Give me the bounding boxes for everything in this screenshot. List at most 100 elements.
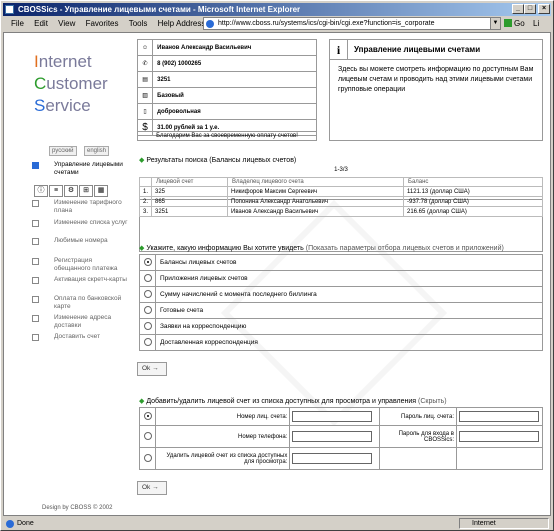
status-text: Done (17, 520, 34, 527)
show-params-link[interactable]: (Показать параметры отбора лицевых счето… (306, 245, 504, 252)
logo-letter-c: C (34, 74, 47, 93)
settings-tool-icon[interactable]: ⚙ (64, 185, 78, 197)
logo-word-internet: nternet (38, 52, 92, 71)
status-page-icon (6, 520, 14, 528)
go-button[interactable]: Go (504, 17, 525, 30)
list-tool-icon[interactable]: ≡ (49, 185, 63, 197)
maximize-button[interactable]: □ (524, 4, 536, 14)
menu-label: Регистрация обещанного платежа (54, 257, 118, 272)
delete-account-radio[interactable] (143, 453, 152, 462)
option-radio-charges[interactable] (143, 289, 152, 298)
acc-password-input[interactable] (459, 411, 539, 422)
option-label: Приложения лицевых счетов (155, 270, 543, 287)
menu-help[interactable]: Help (158, 19, 174, 28)
info-box: i Управление лицевыми счетами Здесь вы мо… (329, 39, 543, 141)
acc-number-input[interactable] (292, 411, 373, 422)
row-num: 3. (139, 206, 152, 217)
option-radio-balances[interactable] (143, 257, 152, 266)
info-text: Здесь вы можете смотреть информацию по д… (338, 66, 534, 93)
ok-arrow-icon: → (152, 365, 159, 372)
lang-english[interactable]: english (84, 146, 110, 156)
subscriber-plan: Базовый (152, 87, 317, 104)
option-radio-bills[interactable] (143, 305, 152, 314)
menu-tools[interactable]: Tools (129, 19, 148, 28)
links-button[interactable]: Li (533, 17, 539, 30)
ie-icon (5, 5, 14, 14)
menu-label: Изменение адреса доставки (54, 314, 112, 329)
menu-checkbox (32, 238, 39, 245)
row-balance: -937.78 (доллар США) (403, 196, 543, 207)
logo-word-service: ervice (45, 96, 91, 115)
col-account: Лицевой счет (151, 177, 228, 187)
subscriber-name: Иванов Александр Васильевич (152, 39, 317, 56)
menu-checkbox (32, 200, 39, 207)
option-radio-attachments[interactable] (143, 273, 152, 282)
menu-label: Изменение списка услуг (54, 219, 128, 226)
minimize-button[interactable]: _ (512, 4, 524, 14)
subscriber-account: 3251 (152, 71, 317, 88)
address-url: http://www.cboss.ru/systems/ics/cgi-bin/… (218, 20, 435, 27)
menu-label: Оплата по банковской карте (54, 295, 122, 310)
subscriber-payment-type: добровольная (152, 103, 317, 120)
menu-label: Управление лицевыми счетами (54, 161, 123, 176)
row-balance: 1121.13 (доллар США) (403, 186, 543, 197)
add-by-phone-radio[interactable] (143, 431, 152, 440)
choose-title: Укажите, какую информацию Вы хотите увид… (146, 245, 304, 252)
close-button[interactable]: × (538, 4, 550, 14)
row-balance: 216.65 (доллар США) (403, 206, 543, 217)
table-tool-icon[interactable]: ▦ (94, 185, 108, 197)
menu-checkbox (32, 220, 39, 227)
info-tool-icon[interactable]: ⓘ (34, 185, 48, 197)
option-label: Сумму начислений с момента последнего би… (155, 286, 543, 303)
cboss-password-label: Пароль для входа в CBOSSics: (379, 425, 457, 448)
phone-input[interactable] (292, 431, 373, 442)
add-by-account-radio[interactable] (143, 411, 152, 420)
menu-view[interactable]: View (58, 19, 75, 28)
address-dropdown-icon[interactable]: ▼ (490, 18, 500, 29)
results-subtitle: (Балансы лицевых счетов) (209, 157, 297, 164)
ok-button-view[interactable]: Ok → (137, 362, 167, 376)
table-row[interactable]: 1. 325 Никифоров Максим Сергеевич 1121.13 (… (139, 186, 543, 197)
option-label: Балансы лицевых счетов (155, 254, 543, 271)
address-input[interactable]: http://www.cboss.ru/systems/ics/cgi-bin/… (203, 17, 501, 30)
ok-arrow-icon: → (152, 484, 159, 491)
row-account[interactable]: 3251 (151, 206, 228, 217)
menu-checkbox (32, 277, 39, 284)
acc-number-label: Номер лиц. счета: (154, 407, 291, 426)
row-owner: Иванов Александр Васильевич (227, 206, 404, 217)
lang-russian[interactable]: русский (49, 146, 77, 156)
plan-icon: ▥ (136, 87, 154, 104)
results-heading: ◆ Результаты поиска (Балансы лицевых сче… (139, 156, 296, 164)
menu-favorites[interactable]: Favorites (86, 19, 119, 28)
hide-link[interactable]: (Скрыть) (418, 398, 447, 405)
menu-file[interactable]: File (11, 19, 24, 28)
ok-button-add[interactable]: Ok → (137, 481, 167, 495)
go-arrow-icon (504, 19, 512, 27)
row-account[interactable]: 325 (151, 186, 228, 197)
results-title: Результаты поиска (146, 157, 208, 164)
acc-password-label: Пароль лиц. счета: (379, 407, 457, 426)
row-num: 1. (139, 186, 152, 197)
menu-label: Любимые номера (54, 237, 108, 244)
option-radio-delivered[interactable] (143, 337, 152, 346)
subscriber-phone: 8 (902) 1000265 (152, 55, 317, 72)
row-account[interactable]: 865 (151, 196, 228, 207)
option-label: Заявки на корреспонденцию (155, 318, 543, 335)
option-radio-requests[interactable] (143, 321, 152, 330)
row-owner: Никифоров Максим Сергеевич (227, 186, 404, 197)
cboss-password-input[interactable] (459, 431, 539, 442)
table-row[interactable]: 2. 865 Попонина Александр Анатольевич -937.… (139, 196, 543, 207)
ok-label: Ok (142, 365, 151, 372)
menu-checkbox (32, 334, 39, 341)
results-table: Лицевой счет Владелец лицевого счета Балан… (139, 177, 543, 217)
address-label: Address (176, 19, 206, 28)
grid-tool-icon[interactable]: ⊞ (79, 185, 93, 197)
title-bar: CBOSSics - Управление лицевыми счетами -… (3, 3, 551, 16)
table-row[interactable]: 3. 3251 Иванов Александр Васильевич 216.65 … (139, 206, 543, 217)
add-heading: ◆ Добавить/удалить лицевой счет из списк… (139, 397, 447, 405)
delete-label: Удалить лицевой счет из списка доступных… (154, 447, 291, 470)
menu-edit[interactable]: Edit (34, 19, 48, 28)
person-icon: ☺ (136, 39, 154, 56)
info-title: Управление лицевыми счетами (354, 45, 481, 54)
delete-account-input[interactable] (292, 453, 373, 464)
